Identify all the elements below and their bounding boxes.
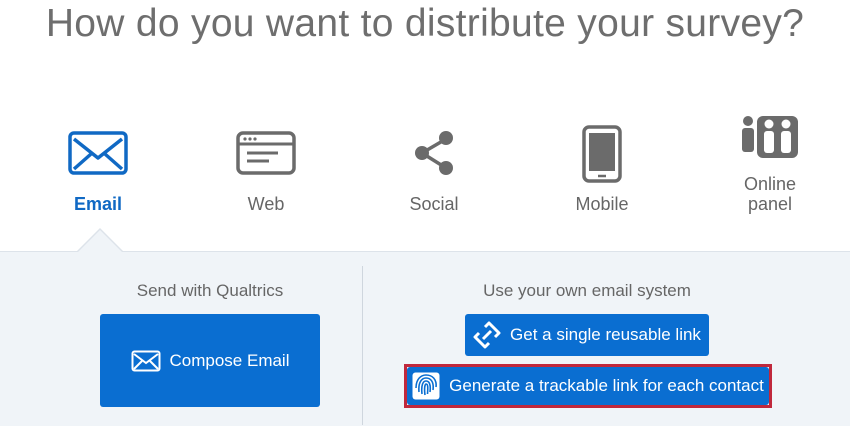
option-social-label: Social <box>409 194 459 214</box>
option-web[interactable]: Web <box>206 100 326 245</box>
option-online-panel-label: Online panel <box>743 174 797 214</box>
left-section-heading: Send with Qualtrics <box>136 281 284 300</box>
section-divider <box>362 266 363 425</box>
browser-window-icon <box>206 131 326 175</box>
distribution-options: Email Web Social Mobile Online panel <box>0 100 850 250</box>
right-section-heading: Use your own email system <box>483 281 691 300</box>
single-link-label: Get a single reusable link <box>510 325 701 344</box>
option-email[interactable]: Email <box>38 100 158 245</box>
smartphone-icon <box>542 125 662 183</box>
page-title: How do you want to distribute your surve… <box>45 2 805 45</box>
compose-email-button[interactable]: Compose Email <box>100 314 320 407</box>
envelope-icon <box>131 350 161 372</box>
link-icon <box>473 321 501 349</box>
highlight-box <box>404 364 772 408</box>
option-mobile[interactable]: Mobile <box>542 100 662 245</box>
share-icon <box>374 129 494 177</box>
option-social[interactable]: Social <box>374 100 494 245</box>
compose-email-label: Compose Email <box>169 350 290 370</box>
option-email-label: Email <box>73 194 123 214</box>
option-online-panel[interactable]: Online panel <box>710 100 830 245</box>
panel-pointer-fill <box>78 230 122 252</box>
option-web-label: Web <box>247 194 285 214</box>
option-mobile-label: Mobile <box>575 194 629 214</box>
envelope-icon <box>38 131 158 175</box>
people-panel-icon <box>710 115 830 159</box>
single-link-button[interactable]: Get a single reusable link <box>465 314 709 356</box>
